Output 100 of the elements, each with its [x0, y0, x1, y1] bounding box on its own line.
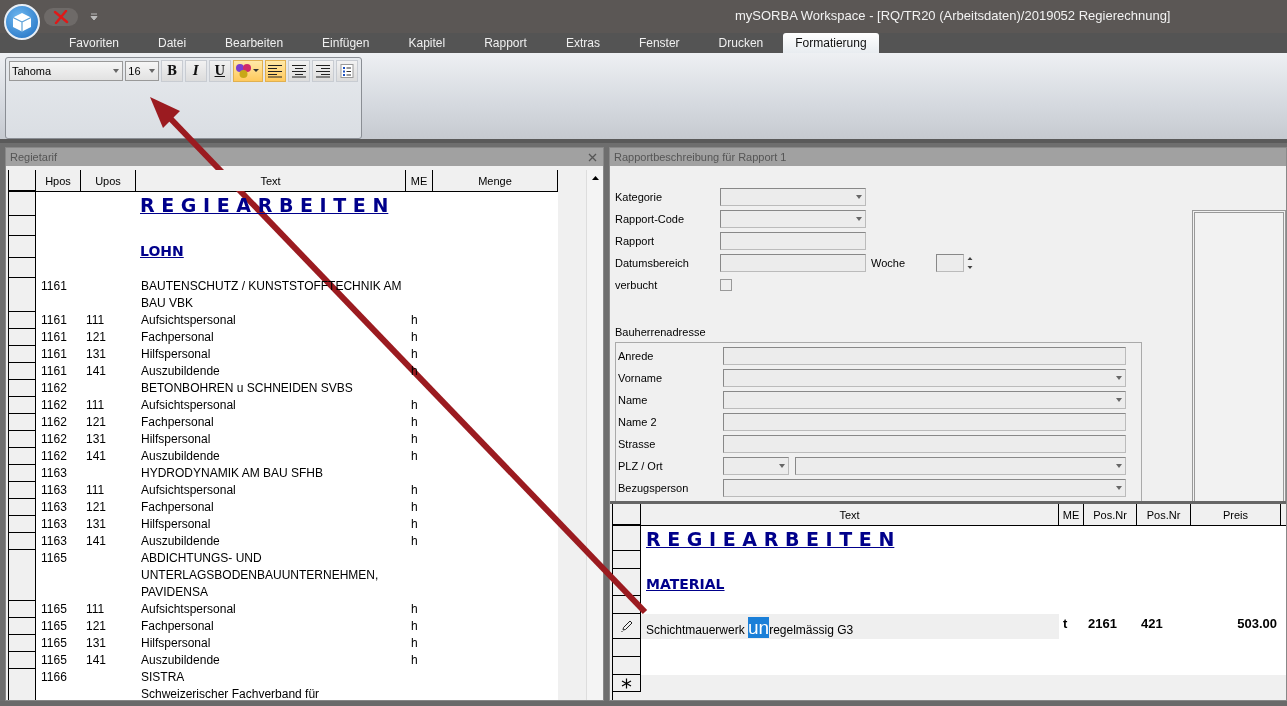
row-header[interactable] [9, 465, 36, 482]
row-header[interactable] [9, 192, 36, 216]
font-combo[interactable]: Tahoma [9, 61, 124, 81]
ribbon-tab[interactable]: Favoriten [50, 33, 140, 53]
column-header[interactable]: Upos [81, 170, 136, 191]
row-header[interactable] [613, 639, 641, 657]
input-field[interactable] [720, 232, 866, 250]
ribbon-tab[interactable]: Formatierung [783, 33, 879, 53]
row-header[interactable] [9, 312, 36, 329]
column-header[interactable]: Text [136, 170, 406, 191]
spin-field[interactable] [936, 254, 964, 272]
column-header[interactable]: Menge [433, 170, 558, 191]
row-header[interactable] [9, 618, 36, 635]
italic-button[interactable]: I [184, 60, 207, 82]
row-header[interactable] [9, 550, 36, 601]
color-button[interactable] [232, 60, 263, 82]
column-header[interactable]: Hpos [36, 170, 81, 191]
field-label: Name [618, 394, 649, 406]
row-header[interactable] [9, 431, 36, 448]
table-cell: 131 [86, 432, 107, 446]
input-field[interactable] [723, 435, 1126, 453]
row-header[interactable] [9, 601, 36, 618]
bold-button[interactable]: B [161, 60, 183, 82]
table-cell: 131 [86, 636, 107, 650]
field-label: Anrede [618, 350, 655, 362]
row-header[interactable] [613, 551, 641, 569]
ribbon-tab[interactable]: Extras [546, 33, 620, 53]
row-header[interactable] [613, 614, 641, 639]
row-header[interactable] [9, 236, 36, 258]
table-cell-text: Auszubildende [141, 448, 221, 465]
ribbon-tab[interactable]: Kapitel [389, 33, 466, 53]
field-label: Vorname [618, 372, 664, 384]
table-cell: h [411, 313, 418, 327]
row-header[interactable] [9, 363, 36, 380]
ribbon-tab[interactable]: Datei [139, 33, 207, 53]
table-cell: 121 [86, 500, 107, 514]
table-cell: 1165 [41, 653, 67, 667]
caret-icon[interactable] [90, 12, 98, 21]
ribbon-tab[interactable]: Fenster [619, 33, 700, 53]
field-label: verbucht [615, 279, 659, 291]
ribbon-tab[interactable]: Bearbeiten [206, 33, 304, 53]
table-cell: h [411, 330, 418, 344]
table-cell: h [411, 347, 418, 361]
row-header[interactable] [9, 216, 36, 236]
row-header[interactable] [9, 669, 36, 700]
input-field[interactable] [720, 254, 866, 272]
row-header[interactable] [9, 652, 36, 669]
table-cell: h [411, 415, 418, 429]
row-header[interactable] [9, 448, 36, 465]
row-header[interactable] [9, 635, 36, 652]
close-icon [53, 9, 69, 24]
table-cell: h [411, 449, 418, 463]
row-header[interactable] [9, 278, 36, 312]
table-cell: t [1063, 616, 1068, 631]
table-cell: 1163 [41, 483, 67, 497]
combo-box[interactable] [720, 210, 866, 228]
align-right-button[interactable] [312, 60, 335, 82]
close-icon[interactable] [588, 152, 597, 162]
row-header[interactable] [9, 414, 36, 431]
app-menu-button[interactable] [4, 4, 40, 40]
list-button[interactable] [336, 60, 359, 82]
table-cell-text: Fachpersonal [141, 414, 215, 431]
row-header[interactable] [613, 675, 641, 692]
row-header[interactable] [9, 380, 36, 397]
combo-box[interactable] [723, 479, 1126, 497]
combo-box[interactable] [723, 391, 1126, 409]
scrollbar[interactable] [586, 170, 603, 700]
row-header[interactable] [9, 516, 36, 533]
input-field[interactable] [723, 347, 1126, 365]
align-center-button[interactable] [288, 60, 311, 82]
combo-box[interactable] [723, 457, 789, 475]
combo-box[interactable] [795, 457, 1126, 475]
row-header[interactable] [9, 329, 36, 346]
row-header[interactable] [9, 482, 36, 499]
size-combo[interactable]: 16 [125, 61, 160, 81]
combo-box[interactable] [723, 369, 1126, 387]
row-header[interactable] [9, 533, 36, 550]
row-header[interactable] [9, 397, 36, 414]
cube-icon [11, 11, 33, 33]
ribbon-tab[interactable]: Rapport [465, 33, 547, 53]
align-left-button[interactable] [264, 60, 287, 82]
table-cell: 1161 [41, 330, 67, 344]
header-corner[interactable] [9, 170, 36, 191]
checkbox[interactable] [720, 279, 732, 291]
row-header[interactable] [9, 258, 36, 278]
table-cell-text: ABDICHTUNGS- UND UNTERLAGSBODENBAUUNTERNEHMEN, PAVIDENSA [141, 550, 380, 601]
table-cell: h [411, 500, 418, 514]
row-header[interactable] [9, 346, 36, 363]
combo-box[interactable] [720, 188, 866, 206]
underline-button[interactable]: U [208, 60, 231, 82]
table-cell: 1165 [41, 602, 67, 616]
header-corner[interactable] [613, 504, 641, 525]
table-cell: 111 [86, 483, 105, 497]
input-field[interactable] [723, 413, 1126, 431]
ribbon-tab[interactable]: Einfügen [303, 33, 390, 53]
ribbon-tab[interactable]: Drucken [699, 33, 784, 53]
row-header[interactable] [613, 657, 641, 675]
row-header[interactable] [613, 526, 641, 551]
column-header[interactable]: ME [406, 170, 433, 191]
row-header[interactable] [9, 499, 36, 516]
